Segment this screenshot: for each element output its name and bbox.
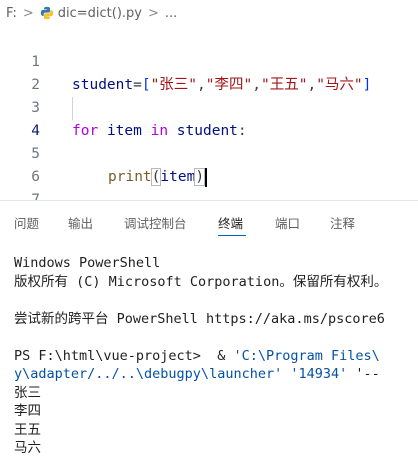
tab-output[interactable]: 输出 — [68, 213, 93, 232]
tab-terminal[interactable]: 终端 — [218, 213, 243, 232]
terminal-output-line: 张三 — [14, 384, 41, 401]
terminal-output-line: 马六 — [14, 440, 41, 456]
code-line: 8 — [0, 189, 418, 200]
code-line: 3 for item in student: — [0, 74, 418, 139]
tab-debug-console[interactable]: 调试控制台 — [124, 213, 187, 232]
breadcrumb: F: > dic=dict().py > ... — [0, 0, 418, 26]
tab-comments[interactable]: 注释 — [330, 213, 355, 232]
terminal-command-string: 'C:\Program Files\ — [233, 347, 380, 364]
terminal-command-line: PS F:\html\vue-project> & 'C:\Program Fi… — [14, 347, 418, 366]
active-tab-indicator — [218, 235, 246, 236]
code-line: 5 — [0, 120, 418, 162]
terminal-command-line: y\adapter/../..\debugpy\launcher' '14934… — [14, 365, 418, 384]
python-file-icon — [40, 6, 53, 20]
terminal-output-line: 王五 — [14, 421, 41, 438]
breadcrumb-drive[interactable]: F: — [6, 6, 17, 21]
code-line: 1 student=["张三","李四","王五","马六"] — [0, 28, 418, 93]
terminal-line: Windows PowerShell — [14, 255, 161, 271]
chevron-right-icon: > — [22, 5, 34, 21]
code-line-current: 4 print(item) — [0, 97, 418, 187]
terminal-prompt: PS F:\html\vue-project> & — [14, 347, 234, 364]
panel-tabs: 问题 输出 调试控制台 终端 端口 注释 — [0, 207, 418, 237]
terminal-line: 尝试新的跨平台 PowerShell https://aka.ms/pscore… — [14, 310, 385, 327]
terminal-output[interactable]: Windows PowerShell 版权所有 (C) Microsoft Co… — [14, 254, 418, 472]
tab-ports[interactable]: 端口 — [275, 213, 300, 232]
chevron-right-icon: > — [148, 5, 159, 21]
panel-divider — [0, 200, 418, 201]
terminal-output-line: 李四 — [14, 403, 41, 419]
breadcrumb-file[interactable]: dic=dict().py — [58, 6, 142, 21]
code-editor[interactable]: 1 student=["张三","李四","王五","马六"] 2 3 for … — [0, 28, 418, 200]
code-line: 2 — [0, 51, 418, 93]
code-line: 7 — [0, 166, 418, 200]
terminal-command-arg: '14934' — [282, 366, 348, 382]
terminal-line: 版权所有 (C) Microsoft Corporation。保留所有权利。 — [14, 273, 388, 290]
code-line: 6 — [0, 143, 418, 185]
terminal-command-string: y\adapter/../..\debugpy\launcher' — [14, 366, 283, 382]
indent-guide — [72, 97, 73, 120]
breadcrumb-ellipsis[interactable]: ... — [165, 6, 177, 21]
terminal-command-arg: '-- — [347, 366, 380, 382]
tab-problems[interactable]: 问题 — [14, 213, 39, 232]
